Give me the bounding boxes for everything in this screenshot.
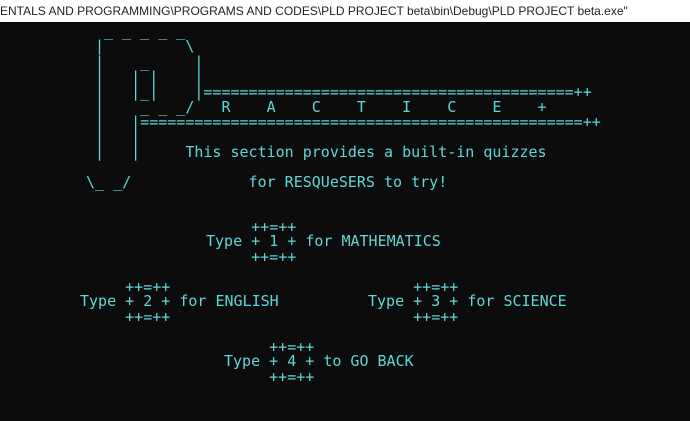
console-window[interactable]: _ _ _ _ _ | \ | _ | | | | | | |_| |=====…	[0, 22, 690, 421]
window-title: ENTALS AND PROGRAMMING\PROGRAMS AND CODE…	[0, 4, 628, 18]
banner-description: \_ _/ for RESQUeSERS to try!	[86, 173, 448, 191]
banner-line: | \	[86, 37, 195, 55]
option-label: Type + 3 + for SCIENCE	[368, 292, 567, 310]
option-label: Type + 4 + to GO BACK	[224, 352, 414, 370]
banner-description: | | This section provides a built-in qui…	[86, 143, 547, 161]
banner-line: | |=====================================…	[86, 113, 601, 131]
option-border: ++=++	[80, 308, 171, 326]
option-label: Type + 1 + for MATHEMATICS	[206, 232, 441, 250]
option-border: ++=++	[368, 308, 459, 326]
option-border: ++=++	[206, 248, 297, 266]
window-title-bar[interactable]: ENTALS AND PROGRAMMING\PROGRAMS AND CODE…	[0, 0, 690, 22]
option-label: Type + 2 + for ENGLISH	[80, 292, 279, 310]
option-border: ++=++	[224, 368, 315, 386]
